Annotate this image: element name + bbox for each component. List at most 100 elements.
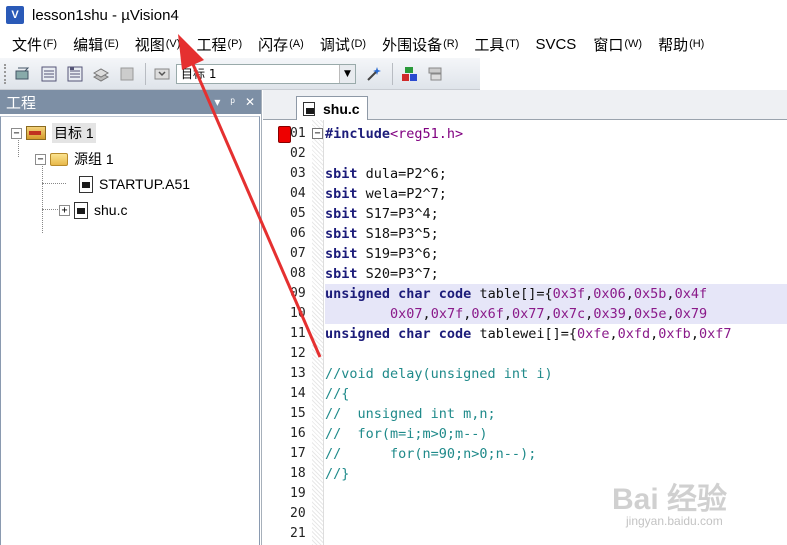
code-token: , <box>503 306 512 322</box>
tree-group[interactable]: − 源组 1 <box>35 149 114 169</box>
menu-item-label: 调试 <box>319 36 350 54</box>
menu-item[interactable]: 帮助 (H) <box>650 31 712 57</box>
code-line[interactable]: sbit S20=P3^7; <box>325 264 787 284</box>
menu-item-label: 编辑 <box>73 36 104 54</box>
code-line[interactable]: unsigned char code table[]={0x3f,0x06,0x… <box>325 284 787 304</box>
panel-menu-icon[interactable]: ▾ <box>214 95 220 109</box>
menu-item[interactable]: 外围设备 (R) <box>374 31 466 57</box>
folder-icon <box>50 152 68 166</box>
menu-item[interactable]: 工具 (T) <box>466 31 527 57</box>
close-icon[interactable]: ✕ <box>245 95 255 109</box>
code-token: char <box>398 286 439 302</box>
tab-shu-c[interactable]: shu.c <box>296 96 368 120</box>
menu-bar: 文件 (F) 编辑 (E) 视图 (V) 工程 (P) 闪存 (A) 调试 (D) 外围设备 (R) 工具(… <box>0 30 787 58</box>
menu-item[interactable]: 文件 (F) <box>4 31 65 57</box>
code-token: // unsigned int m,n; <box>325 406 496 422</box>
menu-item[interactable]: 视图 (V) <box>127 31 189 57</box>
code-token: ^6; <box>414 246 439 262</box>
code-line[interactable] <box>325 344 787 364</box>
menu-item[interactable]: 窗口 (W) <box>585 31 650 57</box>
fold-toggle-icon[interactable]: − <box>312 128 323 139</box>
tree-group-label: 源组 1 <box>74 151 114 167</box>
code-token: sbit <box>325 226 366 242</box>
menu-item[interactable]: SVCS <box>527 31 585 57</box>
watermark: Bai 经验 jingyan.baidu.com <box>612 470 787 540</box>
code-token: 0x06 <box>593 286 626 302</box>
code-token: 0x5e <box>633 306 667 322</box>
code-line[interactable]: // for(n=90;n>0;n--); <box>325 444 787 464</box>
code-token: code <box>438 286 480 302</box>
code-line[interactable]: unsigned char code tablewei[]={0xfe,0xfd… <box>325 324 787 344</box>
code-line[interactable]: sbit dula=P2^6; <box>325 164 787 184</box>
code-line[interactable]: sbit S19=P3^6; <box>325 244 787 264</box>
expand-icon[interactable]: + <box>59 204 70 216</box>
target-select[interactable]: 目标 1 ▼ <box>176 63 356 84</box>
code-line[interactable]: sbit S17=P3^4; <box>325 204 787 224</box>
tree-target[interactable]: − 目标 1 <box>11 123 96 143</box>
project-panel-title: 工程 <box>6 94 37 112</box>
code-line[interactable]: //void delay(unsigned int i) <box>325 364 787 384</box>
code-line[interactable]: // for(m=i;m>0;m--) <box>325 424 787 444</box>
code-token: 0x6f <box>471 306 504 322</box>
code-token: S20=P3 <box>365 266 415 282</box>
menu-item-label: 视图 <box>134 36 165 54</box>
menu-item-accelerator: (T) <box>505 38 520 50</box>
collapse-icon[interactable]: − <box>35 153 46 165</box>
code-token: 0xfe <box>576 326 610 342</box>
code-token: S17=P3 <box>365 206 415 222</box>
code-token: S19=P3 <box>365 246 415 262</box>
code-token: unsigned <box>325 326 399 342</box>
pin-icon[interactable]: ᵖ <box>230 95 235 109</box>
collapse-icon[interactable]: − <box>11 127 22 139</box>
menu-item-label: 工具 <box>474 36 505 54</box>
build-icon[interactable] <box>37 62 61 86</box>
menu-item[interactable]: 闪存 (A) <box>250 31 312 57</box>
code-token: , <box>666 286 675 302</box>
code-token: , <box>544 306 553 322</box>
code-token: ^4; <box>414 206 439 222</box>
code-token: ^5; <box>414 226 439 242</box>
code-line[interactable]: 0x07,0x7f,0x6f,0x77,0x7c,0x39,0x5e,0x79 <box>325 304 787 324</box>
components-icon[interactable] <box>397 62 421 86</box>
translate-icon[interactable] <box>11 62 35 86</box>
tree-file[interactable]: STARTUP.A51 <box>79 174 190 194</box>
code-token: 0x7c <box>552 306 586 322</box>
menu-item-label: 闪存 <box>258 36 289 54</box>
menu-item-label: 外围设备 <box>382 36 443 54</box>
menu-item[interactable]: 调试 (D) <box>312 31 374 57</box>
toolbar-grip[interactable] <box>4 63 7 84</box>
code-token: 0x3f <box>552 286 586 302</box>
fold-margin <box>312 120 324 545</box>
menu-item[interactable]: 工程 (P) <box>188 31 250 57</box>
code-token: 0x77 <box>512 306 545 322</box>
options-wand-icon[interactable] <box>362 62 386 86</box>
project-panel: 工程 ▾ ᵖ ✕ − 目标 1 − 源组 1 STARTUP.A51 + shu <box>0 90 262 545</box>
menu-item[interactable]: 编辑 (E) <box>65 31 127 57</box>
code-token: 0x39 <box>593 306 626 322</box>
code-line[interactable]: sbit wela=P2^7; <box>325 184 787 204</box>
line-number-gutter: 01 02 03 04 05 06 07 08 09 10 11 12 13 14 15 16 17 18 19 20… <box>270 120 312 545</box>
target-select-value: 目标 1 <box>181 67 217 81</box>
code-token: #include <box>325 126 391 142</box>
chevron-down-icon[interactable]: ▼ <box>339 64 355 83</box>
batch-build-icon[interactable] <box>89 62 113 86</box>
stop-build-icon[interactable] <box>115 62 139 86</box>
code-token: S18=P3 <box>365 226 415 242</box>
code-line[interactable] <box>325 144 787 164</box>
menu-item-accelerator: (E) <box>104 38 119 50</box>
code-token: 0x07 <box>390 306 423 322</box>
tree-file[interactable]: + shu.c <box>59 200 127 220</box>
code-line[interactable]: #include<reg51.h> <box>325 124 787 144</box>
file-icon <box>74 201 88 219</box>
code-line[interactable]: // unsigned int m,n; <box>325 404 787 424</box>
rebuild-icon[interactable] <box>63 62 87 86</box>
bookmark-icon[interactable] <box>278 126 291 143</box>
download-icon[interactable] <box>150 62 174 86</box>
code-token: sbit <box>325 246 366 262</box>
code-line[interactable]: sbit S18=P3^5; <box>325 224 787 244</box>
code-token: sbit <box>325 266 366 282</box>
code-token: , <box>690 326 699 342</box>
books-icon[interactable] <box>423 62 447 86</box>
code-line[interactable]: //{ <box>325 384 787 404</box>
